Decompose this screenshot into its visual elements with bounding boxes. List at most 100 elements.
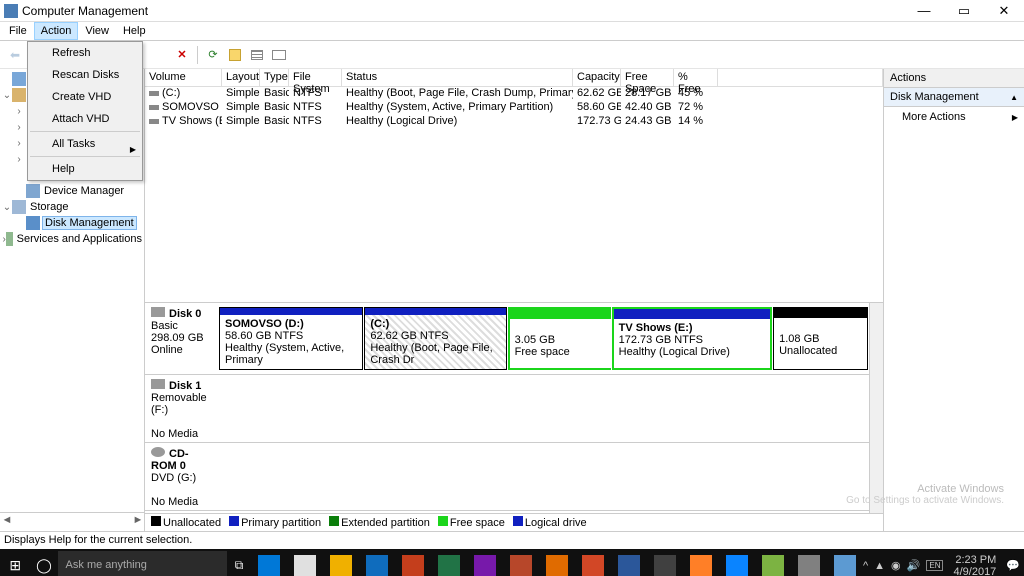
tray-volume-icon[interactable]: 🔊 [907, 559, 921, 572]
expand-icon[interactable]: › [14, 106, 24, 117]
actions-disk-mgmt[interactable]: Disk Management▲ [884, 88, 1024, 107]
tray-up-icon[interactable]: ^ [863, 560, 868, 572]
taskbar-app-icon[interactable] [791, 549, 827, 576]
dropdown-attach-vhd[interactable]: Attach VHD [28, 108, 142, 130]
tray-wifi-icon[interactable]: ◉ [891, 559, 901, 572]
main-pane: Volume Layout Type File System Status Ca… [145, 69, 884, 531]
menu-help[interactable]: Help [116, 22, 153, 40]
tray-input-icon[interactable]: EN [926, 560, 943, 571]
collapse-icon[interactable]: ⌄ [2, 202, 12, 213]
vertical-scrollbar[interactable] [869, 303, 883, 513]
status-bar: Displays Help for the current selection. [0, 531, 1024, 549]
taskbar-app-icon[interactable] [719, 549, 755, 576]
cortana-icon[interactable]: ◯ [30, 557, 57, 574]
menu-view[interactable]: View [78, 22, 116, 40]
detail-view-icon[interactable] [270, 46, 288, 64]
partition-e[interactable]: TV Shows (E:)172.73 GB NTFSHealthy (Logi… [612, 307, 772, 370]
disk1-row[interactable]: Disk 1 Removable (F:) No Media [145, 375, 883, 443]
tray-network-icon[interactable]: ▲ [874, 560, 885, 572]
task-view-button[interactable]: ⧉ [227, 558, 251, 573]
volume-row[interactable]: (C:) SimpleBasic NTFSHealthy (Boot, Page… [145, 87, 883, 101]
collapse-icon[interactable]: ⌄ [2, 90, 12, 101]
expand-icon[interactable]: › [14, 154, 24, 165]
disk0-row[interactable]: Disk 0 Basic 298.09 GB Online SOMOVSO (D… [145, 303, 883, 375]
col-pctfree[interactable]: % Free [674, 69, 718, 86]
partition-d[interactable]: SOMOVSO (D:)58.60 GB NTFSHealthy (System… [219, 307, 363, 370]
col-capacity[interactable]: Capacity [573, 69, 621, 86]
col-free[interactable]: Free Space [621, 69, 674, 86]
col-fs[interactable]: File System [289, 69, 342, 86]
col-status[interactable]: Status [342, 69, 573, 86]
tree-services[interactable]: Services and Applications [15, 233, 144, 245]
col-type[interactable]: Type [260, 69, 289, 86]
drive-icon [149, 119, 159, 124]
minimize-button[interactable]: — [904, 0, 944, 22]
dropdown-refresh[interactable]: Refresh [28, 42, 142, 64]
taskbar-app-icon[interactable] [359, 549, 395, 576]
maximize-button[interactable]: ▭ [944, 0, 984, 22]
taskbar-app-icon[interactable] [683, 549, 719, 576]
taskbar: ⊞ ◯ Ask me anything ⧉ ^ ▲ ◉ 🔊 EN 2:23 PM… [0, 549, 1024, 576]
menu-file[interactable]: File [2, 22, 34, 40]
taskbar-app-icon[interactable] [323, 549, 359, 576]
taskbar-app-icon[interactable] [539, 549, 575, 576]
dropdown-create-vhd[interactable]: Create VHD [28, 86, 142, 108]
taskbar-app-icon[interactable] [467, 549, 503, 576]
computer-icon [12, 72, 26, 86]
nav-back-button[interactable]: ⬅ [6, 46, 24, 64]
col-volume[interactable]: Volume [145, 69, 222, 86]
menu-action[interactable]: Action [34, 22, 79, 40]
action-dropdown: Refresh Rescan Disks Create VHD Attach V… [27, 41, 143, 181]
dropdown-help[interactable]: Help [28, 158, 142, 180]
disk-icon [26, 216, 40, 230]
tree-device-manager[interactable]: Device Manager [42, 185, 126, 197]
taskbar-app-icon[interactable] [395, 549, 431, 576]
taskbar-app-icon[interactable] [431, 549, 467, 576]
properties-icon[interactable] [226, 46, 244, 64]
close-button[interactable]: ✕ [984, 0, 1024, 22]
taskbar-clock[interactable]: 2:23 PM4/9/2017 [949, 554, 1000, 576]
col-layout[interactable]: Layout [222, 69, 260, 86]
cdrom-row[interactable]: CD-ROM 0 DVD (G:) No Media [145, 443, 883, 511]
partition-free[interactable]: 3.05 GBFree space [508, 307, 611, 370]
taskbar-app-icon[interactable] [827, 549, 863, 576]
taskbar-app-icon[interactable] [755, 549, 791, 576]
cortana-search[interactable]: Ask me anything [58, 551, 227, 576]
partition-c[interactable]: (C:)62.62 GB NTFSHealthy (Boot, Page Fil… [364, 307, 506, 370]
actions-pane: Actions Disk Management▲ More Actions▶ [884, 69, 1024, 531]
volume-row[interactable]: TV Shows (E:) SimpleBasic NTFSHealthy (L… [145, 115, 883, 129]
refresh-icon[interactable]: ⟳ [204, 46, 222, 64]
taskbar-app-icon[interactable] [251, 549, 287, 576]
delete-icon[interactable]: ✕ [173, 46, 191, 64]
taskbar-app-icon[interactable] [503, 549, 539, 576]
dropdown-all-tasks[interactable]: All Tasks▶ [28, 133, 142, 155]
actions-header: Actions [884, 69, 1024, 88]
taskbar-app-icon[interactable] [611, 549, 647, 576]
volume-row[interactable]: SOMOVSO (D:) SimpleBasic NTFSHealthy (Sy… [145, 101, 883, 115]
taskbar-app-icon[interactable] [287, 549, 323, 576]
toolbar: ⬅ ➡ ✕ ⟳ [0, 41, 1024, 69]
partition-unallocated[interactable]: 1.08 GBUnallocated [773, 307, 868, 370]
menu-bar: File Action View Help [0, 22, 1024, 41]
notifications-icon[interactable]: 💬 [1006, 559, 1020, 572]
actions-more[interactable]: More Actions▶ [884, 107, 1024, 127]
legend: Unallocated Primary partition Extended p… [145, 513, 883, 531]
tree-storage[interactable]: Storage [28, 201, 71, 213]
dropdown-sep [30, 131, 140, 132]
taskbar-app-icon[interactable] [647, 549, 683, 576]
list-view-icon[interactable] [248, 46, 266, 64]
storage-icon [12, 200, 26, 214]
taskbar-app-icon[interactable] [575, 549, 611, 576]
toolbar-sep [197, 46, 198, 64]
horizontal-scrollbar[interactable]: ◄► [0, 512, 145, 526]
cdrom-icon [151, 447, 165, 457]
volume-list[interactable]: Volume Layout Type File System Status Ca… [145, 69, 883, 303]
expand-icon[interactable]: › [14, 122, 24, 133]
tree-disk-management[interactable]: Disk Management [42, 216, 137, 230]
dropdown-rescan[interactable]: Rescan Disks [28, 64, 142, 86]
collapse-icon: ▲ [1010, 93, 1018, 102]
services-icon [6, 232, 12, 246]
expand-icon[interactable]: › [14, 138, 24, 149]
disk1-name: Disk 1 [169, 380, 201, 392]
start-button[interactable]: ⊞ [0, 557, 30, 574]
